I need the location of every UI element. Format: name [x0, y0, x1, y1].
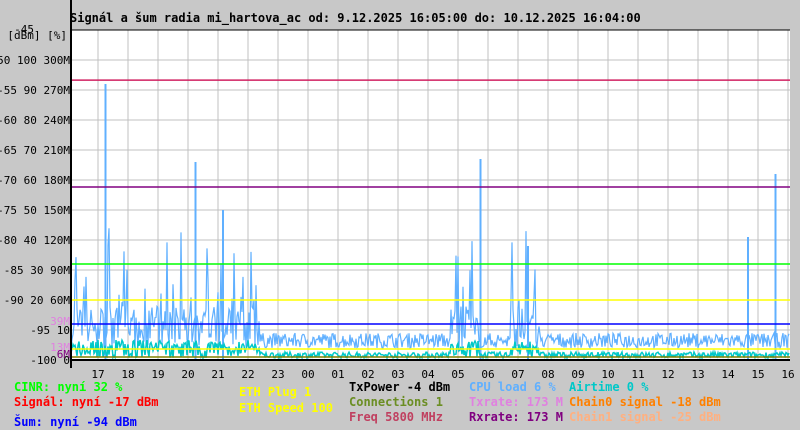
x-tick-label: 01 — [331, 368, 344, 380]
chart-title: Signál a šum radia mi_hartova_ac od: 9.1… — [70, 11, 641, 25]
x-tick-label: 21 — [211, 368, 224, 380]
y-tick-top: -45 — [14, 23, 34, 36]
signal-noise-chart: [dBm] [%]-45-50 100 300M-55 90 270M-60 8… — [0, 0, 795, 380]
y-tick-label: -55 90 270M — [0, 84, 70, 97]
x-tick-label: 12 — [661, 368, 674, 380]
y-tick-label: -90 20 60M — [4, 294, 71, 307]
x-tick-label: 04 — [421, 368, 435, 380]
x-tick-label: 13 — [691, 368, 704, 380]
y-tick-rate-label: 6M — [57, 348, 71, 361]
y-tick-label: -85 30 90M — [4, 264, 71, 277]
y-tick-label: -65 70 210M — [0, 144, 70, 157]
legend-txpower: TxPower -4 dBm — [349, 380, 451, 394]
legend-freq: Freq 5800 MHz — [349, 410, 443, 424]
x-tick-label: 16 — [781, 368, 794, 380]
legend-cinr: CINR: nyní 32 % — [14, 380, 123, 394]
legend-airtime: Airtime 0 % — [569, 380, 649, 394]
y-tick-label: -60 80 240M — [0, 114, 70, 127]
x-tick-label: 03 — [391, 368, 404, 380]
legend-noise: Šum: nyní -94 dBm — [14, 415, 137, 429]
legend-chain1: Chain1 signal -25 dBm — [569, 410, 721, 424]
x-tick-label: 18 — [121, 368, 134, 380]
x-tick-label: 09 — [571, 368, 584, 380]
legend-connections: Connections 1 — [349, 395, 443, 409]
x-tick-label: 15 — [751, 368, 764, 380]
x-tick-label: 02 — [361, 368, 374, 380]
legend-chain0: Chain0 signal -18 dBm — [569, 395, 721, 409]
x-tick-label: 17 — [91, 368, 104, 380]
x-tick-label: 10 — [601, 368, 614, 380]
legend-cpu: CPU load 6 % — [469, 380, 556, 394]
y-tick-label: -70 60 180M — [0, 174, 70, 187]
x-tick-label: 07 — [511, 368, 524, 380]
x-tick-label: 05 — [451, 368, 464, 380]
x-tick-label: 06 — [481, 368, 494, 380]
y-tick-label: -80 40 120M — [0, 234, 70, 247]
x-tick-label: 19 — [151, 368, 164, 380]
x-tick-label: 23 — [271, 368, 284, 380]
x-tick-label: 20 — [181, 368, 194, 380]
x-tick-label: 22 — [241, 368, 254, 380]
y-tick-rate-label: 39M — [50, 315, 70, 328]
legend-rxrate: Rxrate: 173 M — [469, 410, 563, 424]
legend-eth-speed: ETH Speed 100 — [239, 401, 333, 415]
legend-txrate: Txrate: 173 M — [469, 395, 563, 409]
x-tick-label: 11 — [631, 368, 644, 380]
graph-panel: [dBm] [%]-45-50 100 300M-55 90 270M-60 8… — [0, 0, 800, 430]
x-tick-label: 14 — [721, 368, 735, 380]
legend-eth-plug: ETH Plug 1 — [239, 385, 312, 399]
x-tick-label: 00 — [301, 368, 314, 380]
y-tick-label: -50 100 300M — [0, 54, 70, 67]
x-tick-label: 08 — [541, 368, 554, 380]
legend-signal: Signál: nyní -17 dBm — [14, 395, 159, 409]
y-tick-label: -75 50 150M — [0, 204, 70, 217]
